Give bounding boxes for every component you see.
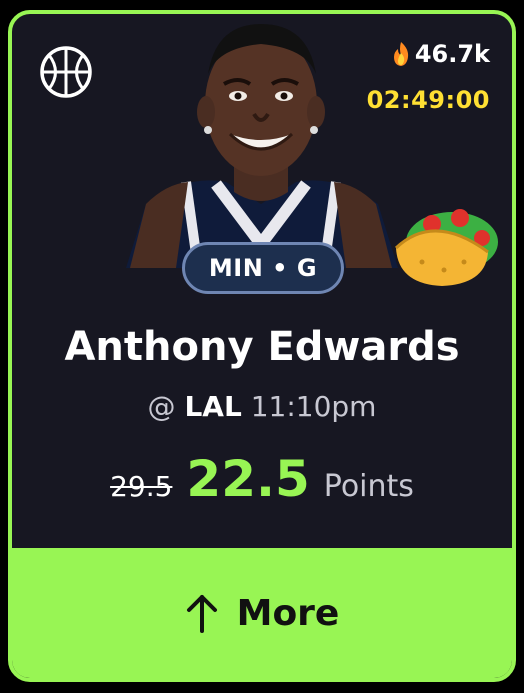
opponent-team: LAL [184,390,242,423]
matchup-info: @ LAL 11:10pm [12,390,512,423]
popularity-count: 46.7k [389,40,490,68]
more-button[interactable]: More [12,548,512,678]
game-time: 11:10pm [250,390,377,423]
discounted-line: 22.5 [186,450,310,508]
team-position-badge: MIN • G [182,242,344,294]
taco-icon [382,200,498,290]
projection-line: 29.5 22.5 Points [12,450,512,508]
basketball-icon [38,44,94,100]
player-photo [116,14,406,268]
more-label: More [236,592,340,634]
flame-icon [389,41,413,67]
countdown-timer: 02:49:00 [366,86,490,114]
stat-type: Points [323,469,414,504]
arrow-up-icon [185,593,219,633]
original-line: 29.5 [110,470,173,503]
popularity-value: 46.7k [414,40,490,68]
player-name: Anthony Edwards [64,324,460,370]
matchup-prefix: @ [147,390,176,423]
projection-card[interactable]: 46.7k 02:49:00 MIN • G Anthony Edwards @… [8,10,516,682]
